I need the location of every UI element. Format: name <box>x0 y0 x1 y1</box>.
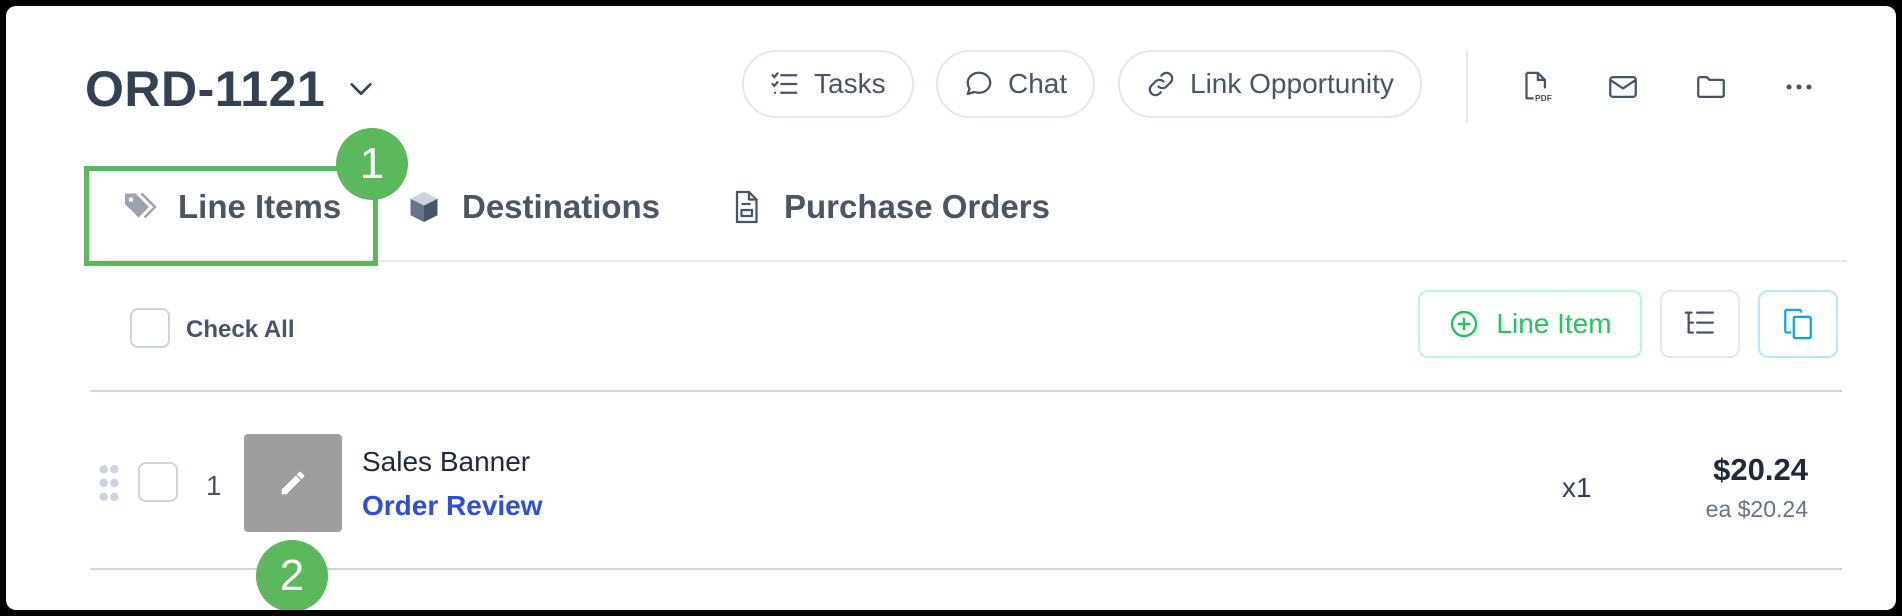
chat-icon <box>966 71 992 96</box>
line-item-number: 1 <box>206 470 222 501</box>
copy-button[interactable] <box>1758 290 1838 358</box>
annotation-badge-2: 2 <box>256 540 328 610</box>
tab-destinations-label: Destinations <box>462 188 661 225</box>
line-item-total: $20.24 <box>1713 452 1808 487</box>
order-title-dropdown[interactable]: ORD-1121 <box>85 60 375 118</box>
list-tree-icon <box>1684 311 1714 334</box>
box-icon <box>410 192 438 222</box>
line-item-thumbnail[interactable] <box>244 434 342 532</box>
line-item-name: Sales Banner <box>362 446 531 477</box>
tasks-button[interactable]: Tasks <box>742 50 914 118</box>
tab-destinations[interactable]: Destinations <box>406 188 660 226</box>
tab-purchase-orders-label: Purchase Orders <box>784 188 1050 225</box>
annotation-badge-1: 1 <box>336 128 408 200</box>
annotation-highlight-box <box>84 166 378 266</box>
add-line-item-button[interactable]: Line Item <box>1418 290 1642 358</box>
chat-label: Chat <box>1008 68 1068 99</box>
app-frame: ORD-1121 Tasks Chat Link Opportunity PDF… <box>6 6 1896 610</box>
svg-text:PDF: PDF <box>1535 93 1552 103</box>
check-all-checkbox[interactable] <box>130 308 170 348</box>
chat-button[interactable]: Chat <box>936 50 1096 118</box>
pencil-icon <box>281 471 305 495</box>
more-icon[interactable] <box>1782 70 1816 104</box>
tasks-label: Tasks <box>814 68 886 99</box>
plus-circle-icon <box>1451 310 1478 338</box>
line-item-checkbox[interactable] <box>138 462 178 502</box>
list-view-button[interactable] <box>1660 290 1740 358</box>
chevron-down-icon <box>350 83 372 95</box>
line-item-status-link[interactable]: Order Review <box>362 490 543 522</box>
mail-icon[interactable] <box>1606 70 1640 104</box>
link-icon <box>1148 71 1174 97</box>
document-icon <box>735 190 758 224</box>
add-line-item-label: Line Item <box>1496 308 1612 339</box>
header-row-divider <box>90 390 1842 392</box>
drag-handle-icon[interactable] <box>98 464 120 502</box>
folder-icon[interactable] <box>1694 70 1728 104</box>
link-opportunity-button[interactable]: Link Opportunity <box>1118 50 1422 118</box>
order-title: ORD-1121 <box>85 61 326 117</box>
tasks-icon <box>771 72 798 94</box>
pdf-icon[interactable]: PDF <box>1518 70 1552 104</box>
tab-purchase-orders[interactable]: Purchase Orders <box>728 188 1050 226</box>
line-item-each-price: ea $20.24 <box>1705 496 1808 522</box>
copy-icon <box>1784 308 1812 340</box>
line-item-quantity: x1 <box>1562 472 1592 503</box>
header-divider <box>1466 50 1468 122</box>
link-opportunity-label: Link Opportunity <box>1190 68 1394 99</box>
check-all-label: Check All <box>186 316 295 343</box>
row-divider <box>90 568 1842 570</box>
